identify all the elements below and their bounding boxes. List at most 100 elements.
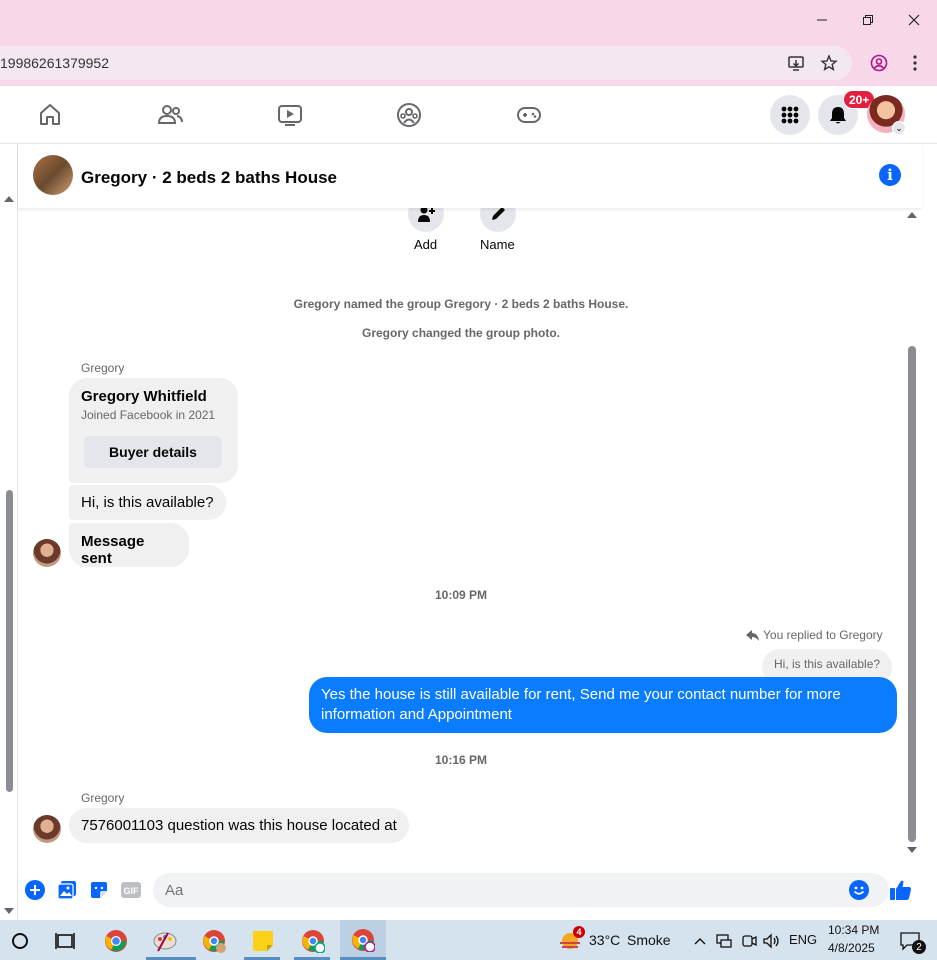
restore-button[interactable] bbox=[845, 0, 891, 40]
gif-icon: GIF bbox=[121, 882, 141, 898]
paint-taskbar-app[interactable] bbox=[145, 924, 185, 958]
incoming-message[interactable]: 7576001103 question was this house locat… bbox=[69, 808, 409, 843]
chevron-down-icon[interactable]: ⌄ bbox=[892, 121, 906, 135]
photo-icon bbox=[57, 881, 76, 900]
minimize-button[interactable] bbox=[799, 0, 845, 40]
chrome-icon bbox=[352, 929, 375, 952]
buyer-details-button[interactable]: Buyer details bbox=[84, 436, 222, 468]
chrome-taskbar-app[interactable] bbox=[96, 924, 136, 958]
profile-icon[interactable] bbox=[870, 54, 888, 72]
outgoing-message[interactable]: Yes the house is still available for ren… bbox=[309, 677, 897, 733]
left-scroll-down-arrow[interactable] bbox=[4, 908, 14, 914]
notification-center-button[interactable]: 2 bbox=[890, 924, 930, 958]
minimize-icon bbox=[817, 19, 827, 21]
timestamp: 10:16 PM bbox=[434, 753, 488, 767]
meet-now-button[interactable] bbox=[739, 924, 759, 958]
add-person-icon bbox=[418, 208, 435, 222]
incoming-message[interactable]: Hi, is this available? bbox=[69, 485, 226, 520]
more-actions-button[interactable] bbox=[25, 880, 45, 900]
weather-desc[interactable]: Smoke bbox=[627, 932, 671, 948]
sticky-notes-icon bbox=[253, 931, 273, 951]
message-input[interactable] bbox=[165, 873, 835, 907]
address-bar-row: 19986261379952 bbox=[0, 40, 937, 86]
menu-button[interactable] bbox=[770, 95, 810, 135]
thumbs-up-icon bbox=[890, 880, 911, 900]
group-photo[interactable] bbox=[33, 155, 73, 195]
network-button[interactable] bbox=[713, 924, 735, 958]
like-button[interactable] bbox=[889, 878, 913, 902]
clock-time[interactable]: 10:34 PM bbox=[828, 923, 879, 937]
volume-button[interactable] bbox=[761, 924, 783, 958]
sender-name: Gregory bbox=[81, 791, 125, 805]
chevron-up-icon bbox=[694, 938, 706, 945]
cortana-icon bbox=[12, 933, 28, 949]
plus-circle-icon bbox=[25, 880, 45, 900]
url-text[interactable]: 19986261379952 bbox=[0, 55, 109, 71]
info-icon[interactable]: i bbox=[879, 164, 901, 186]
show-hidden-icons-button[interactable] bbox=[690, 924, 710, 958]
video-icon bbox=[278, 105, 302, 126]
message-scrollbar[interactable] bbox=[904, 208, 922, 856]
chrome-icon bbox=[302, 930, 325, 953]
buyer-name: Gregory Whitfield bbox=[81, 388, 207, 405]
chat-title[interactable]: Gregory · 2 beds 2 baths House bbox=[81, 168, 337, 188]
groups-tab[interactable] bbox=[395, 101, 423, 129]
chrome-profile-app-active[interactable] bbox=[340, 920, 386, 960]
attach-photo-button[interactable] bbox=[57, 880, 77, 900]
weather-temp[interactable]: 33°C bbox=[589, 932, 620, 948]
weather-widget[interactable]: 4 bbox=[551, 924, 591, 958]
groups-icon bbox=[397, 103, 421, 127]
task-view-button[interactable] bbox=[45, 924, 85, 958]
sender-avatar[interactable] bbox=[33, 815, 61, 843]
emoji-icon[interactable] bbox=[849, 880, 869, 900]
scroll-up-arrow[interactable] bbox=[907, 212, 917, 218]
sticker-icon bbox=[91, 882, 107, 898]
weather-badge: 4 bbox=[573, 926, 585, 938]
reply-note-text: You replied to Gregory bbox=[763, 628, 883, 642]
gif-button[interactable]: GIF bbox=[121, 880, 141, 900]
sticky-notes-app[interactable] bbox=[243, 924, 283, 958]
language-indicator[interactable]: ENG bbox=[789, 932, 817, 947]
add-person-button[interactable] bbox=[408, 208, 444, 232]
close-window-button[interactable] bbox=[891, 0, 937, 40]
reply-icon bbox=[746, 629, 759, 641]
browser-title-bar bbox=[0, 0, 937, 40]
sticker-button[interactable] bbox=[89, 880, 109, 900]
task-view-icon bbox=[55, 933, 75, 949]
left-scrollbar-thumb[interactable] bbox=[6, 490, 13, 792]
buyer-joined: Joined Facebook in 2021 bbox=[81, 408, 216, 422]
volume-icon bbox=[763, 933, 779, 949]
name-group-button[interactable] bbox=[480, 208, 516, 232]
svg-text:GIF: GIF bbox=[124, 886, 140, 896]
friends-tab[interactable] bbox=[156, 101, 184, 129]
chrome-icon bbox=[203, 930, 226, 953]
incoming-message[interactable]: Message sent bbox=[69, 523, 189, 567]
buyer-card: Gregory Whitfield Joined Facebook in 202… bbox=[69, 378, 238, 483]
scroll-down-arrow[interactable] bbox=[907, 847, 917, 853]
omnibox[interactable]: 19986261379952 bbox=[0, 46, 852, 80]
chrome-profile-app[interactable] bbox=[194, 924, 234, 958]
close-icon bbox=[908, 14, 920, 26]
home-tab[interactable] bbox=[36, 101, 64, 129]
install-app-icon[interactable] bbox=[787, 54, 805, 72]
browser-menu-icon[interactable] bbox=[906, 54, 924, 72]
facebook-nav bbox=[0, 86, 937, 144]
video-tab[interactable] bbox=[276, 101, 304, 129]
chrome-profile-app-2[interactable] bbox=[293, 924, 333, 958]
timestamp: 10:09 PM bbox=[434, 588, 488, 602]
bookmark-star-icon[interactable] bbox=[820, 54, 838, 72]
system-message: Gregory named the group Gregory · 2 beds… bbox=[293, 297, 629, 311]
message-input-box[interactable] bbox=[153, 873, 889, 907]
scrollbar-thumb[interactable] bbox=[908, 346, 916, 842]
left-scroll-up-arrow[interactable] bbox=[4, 196, 14, 202]
clock-date[interactable]: 4/8/2025 bbox=[828, 941, 875, 955]
add-label: Add bbox=[414, 237, 438, 252]
system-message: Gregory changed the group photo. bbox=[362, 326, 560, 340]
gamepad-icon bbox=[517, 107, 541, 123]
windows-taskbar: 4 33°C Smoke ENG 10:34 PM 4/8/2025 2 bbox=[0, 920, 937, 960]
gaming-tab[interactable] bbox=[515, 101, 543, 129]
sender-avatar[interactable] bbox=[33, 539, 61, 567]
paint-icon bbox=[153, 932, 177, 952]
search-button[interactable] bbox=[0, 924, 40, 958]
restore-icon bbox=[863, 15, 873, 25]
